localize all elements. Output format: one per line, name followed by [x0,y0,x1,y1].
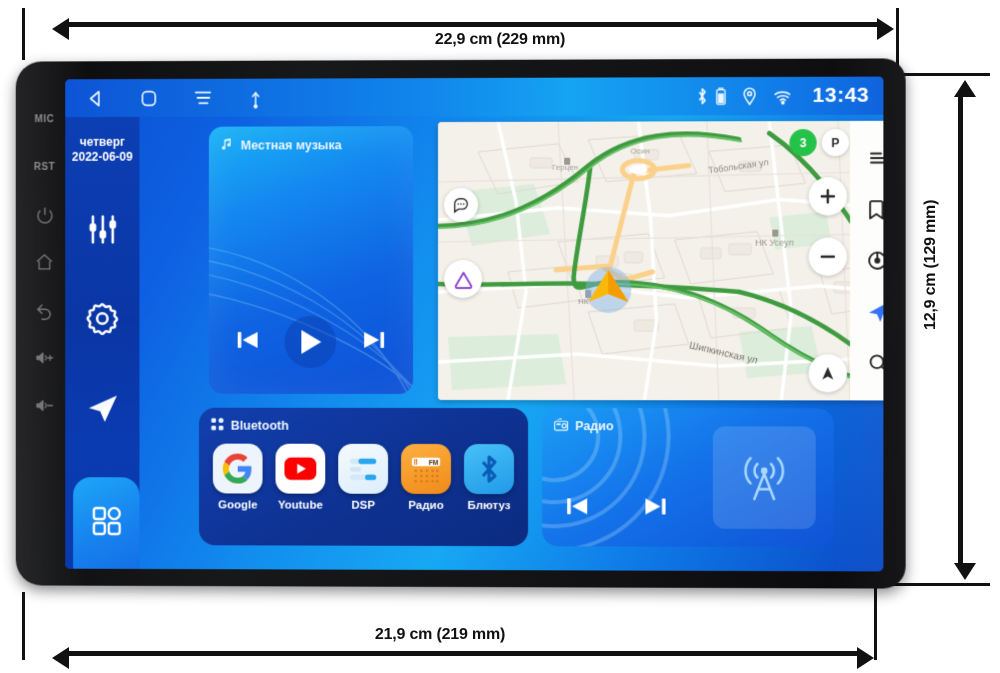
status-bar: 13:43 [65,76,884,118]
app-youtube[interactable]: Youtube [272,443,330,512]
music-widget-title: Местная музыка [240,137,342,153]
youtube-icon [275,443,326,494]
radio-transport [564,493,668,524]
radio-widget-title: Радио [575,419,614,434]
volume-down-key[interactable] [23,382,66,430]
next-track-button[interactable] [361,326,387,357]
mic-label: MIC [34,113,55,125]
launcher-rail: четверг 2022-06-09 [65,116,140,569]
day-of-week: четверг [79,134,125,149]
traffic-level-value: 3 [799,135,807,150]
back-key[interactable] [23,286,66,334]
radio-widget[interactable]: Радио [542,408,834,548]
music-widget-header: Местная музыка [221,136,342,153]
radio-widget-header: Радио [553,417,614,434]
next-station-button[interactable] [642,493,668,524]
map-widget[interactable]: Тобольская ул Шипкинская ул НК Усеул Гер… [438,120,884,401]
back-icon[interactable] [85,88,106,109]
dim-label-right: 12,9 cm (129 mm) [922,199,939,330]
rst-label: RST [33,161,56,173]
app-label: Радио [408,499,444,512]
navigation-arrow-icon [84,390,120,431]
radio-icon: FM [401,443,452,494]
date-widget: четверг 2022-06-09 [72,135,133,165]
radio-artwork [712,426,816,530]
menu-icon[interactable] [192,88,214,108]
app-google[interactable]: Google [209,443,267,512]
map-label-poi-3: Осин [630,147,649,156]
app-bluetooth[interactable]: Блютуз [460,444,518,512]
previous-track-button[interactable] [235,326,261,357]
map-tool-navigate[interactable] [861,295,884,329]
wifi-icon [772,87,793,105]
map-tool-bookmarks[interactable] [861,192,884,226]
volume-up-key[interactable] [23,334,66,382]
map-compass-button[interactable] [808,354,847,393]
status-indicators: 13:43 [696,83,870,109]
rail-item-settings[interactable] [76,294,129,348]
home-key[interactable] [23,238,66,286]
music-widget[interactable]: Местная музыка [208,126,414,394]
map-tool-search[interactable] [861,346,884,380]
apps-widget-title: Bluetooth [230,418,289,433]
date-value: 2022-06-09 [71,149,133,164]
map-tool-alice-assistant[interactable] [861,244,884,278]
app-label: Блютуз [467,500,511,513]
home-content: Местная музыка Тобольская ул Шипкинская … [139,115,884,572]
bluetooth-grid-icon [211,417,224,434]
home-icon[interactable] [139,87,158,108]
play-button[interactable] [284,316,337,368]
app-dsp[interactable]: DSP [334,443,392,512]
car-head-unit-device: MIC RST 13:43 четверг 2022-06-09 Местная… [15,58,906,589]
apps-grid: Google Youtube DSP FM Радио Блютуз [209,443,518,513]
rail-item-equalizer[interactable] [76,205,129,259]
touchscreen[interactable]: 13:43 четверг 2022-06-09 Местная музыка … [65,76,884,572]
battery-icon [715,86,727,106]
screenshot-root: 22,9 cm (229 mm) 12,9 cm (129 mm) 21,9 c… [0,0,1000,673]
dim-label-bottom: 21,9 cm (219 mm) [374,626,506,643]
map-zoom-out-button[interactable] [808,237,847,276]
parking-value: P [831,135,840,150]
radio-tower-icon [733,444,796,511]
usb-icon[interactable] [248,87,264,109]
map-chat-button[interactable] [444,187,479,223]
rail-item-navigation[interactable] [76,384,129,438]
radio-set-icon [553,417,568,434]
gear-icon [84,300,121,342]
power-key[interactable] [23,191,66,239]
map-parking-badge[interactable]: P [821,128,850,157]
dim-arrow-bottom [52,647,874,669]
dim-tick-bottom-right [874,586,877,660]
google-icon [212,443,263,494]
app-label: DSP [351,499,375,512]
map-traffic-badge[interactable]: 3 [789,129,817,157]
music-transport [209,316,413,368]
app-grid-icon [88,503,124,544]
navigation-buttons [73,87,263,109]
map-toolbar [850,120,884,401]
equalizer-icon [84,211,120,252]
map-yandex-button[interactable] [444,259,483,299]
app-label: Youtube [277,499,323,512]
app-label: Google [218,499,258,512]
previous-station-button[interactable] [564,493,590,524]
map-tool-menu[interactable] [861,141,884,175]
status-clock: 13:43 [812,83,870,107]
svg-text:FM: FM [429,460,439,467]
bluetooth-icon [696,86,709,106]
dim-arrow-right [954,80,976,580]
app-radio[interactable]: FM Радио [397,443,455,512]
dim-arrow-top [52,18,894,40]
dim-tick-right-top [896,73,990,76]
apps-widget[interactable]: Bluetooth Google Youtube DSP FM Радио Бл… [198,407,529,547]
rail-item-app-drawer[interactable] [73,477,140,569]
bluetooth-icon [463,444,515,495]
dsp-icon [338,443,389,494]
apps-widget-header: Bluetooth [211,417,289,434]
dim-label-top: 22,9 cm (229 mm) [434,31,566,48]
location-icon [742,86,757,106]
map-label-poi-1: НК Усеул [755,238,794,248]
music-note-icon [221,137,234,154]
map-zoom-in-button[interactable] [808,177,847,216]
